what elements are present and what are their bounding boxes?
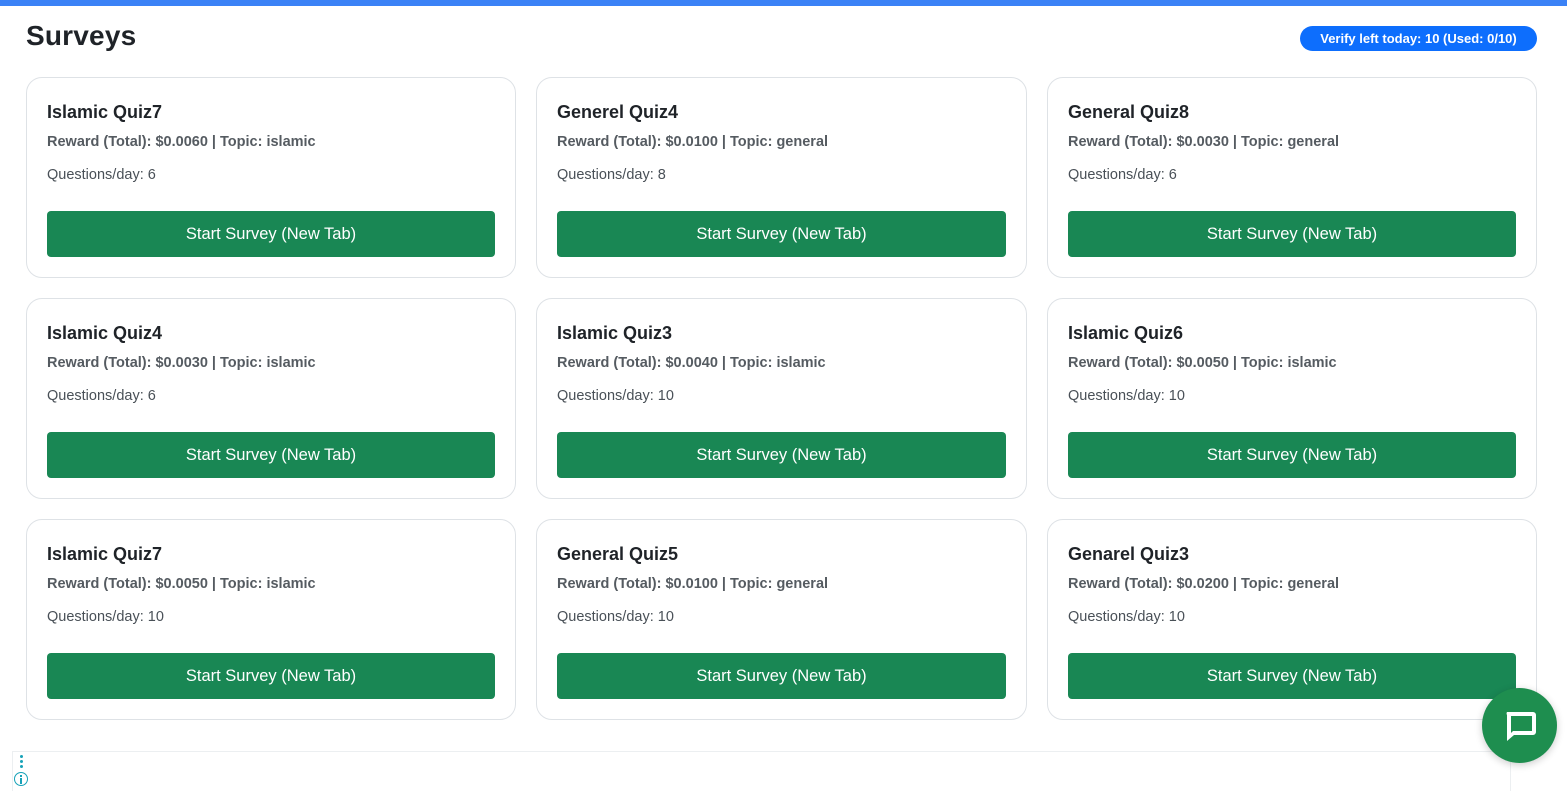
- start-survey-button[interactable]: Start Survey (New Tab): [557, 211, 1006, 257]
- survey-grid: Islamic Quiz7 Reward (Total): $0.0060 | …: [26, 77, 1537, 720]
- survey-card: Islamic Quiz4 Reward (Total): $0.0030 | …: [26, 298, 516, 499]
- kebab-menu-icon[interactable]: [18, 755, 24, 769]
- start-survey-button[interactable]: Start Survey (New Tab): [1068, 653, 1516, 699]
- survey-card: General Quiz8 Reward (Total): $0.0030 | …: [1047, 77, 1537, 278]
- survey-questions-per-day: Questions/day: 10: [47, 609, 164, 625]
- survey-reward-topic: Reward (Total): $0.0060 | Topic: islamic: [47, 134, 316, 150]
- survey-reward-topic: Reward (Total): $0.0050 | Topic: islamic: [47, 576, 316, 592]
- survey-card: Islamic Quiz3 Reward (Total): $0.0040 | …: [536, 298, 1027, 499]
- survey-questions-per-day: Questions/day: 10: [1068, 388, 1185, 404]
- survey-reward-topic: Reward (Total): $0.0040 | Topic: islamic: [557, 355, 826, 371]
- verify-status-badge: Verify left today: 10 (Used: 0/10): [1300, 26, 1537, 51]
- survey-title: Genarel Quiz3: [1068, 544, 1190, 564]
- start-survey-button[interactable]: Start Survey (New Tab): [557, 432, 1006, 478]
- survey-reward-topic: Reward (Total): $0.0050 | Topic: islamic: [1068, 355, 1337, 371]
- survey-title: General Quiz5: [557, 544, 679, 564]
- chat-button[interactable]: [1482, 688, 1557, 763]
- survey-card: Generel Quiz4 Reward (Total): $0.0100 | …: [536, 77, 1027, 278]
- survey-questions-per-day: Questions/day: 6: [1068, 167, 1177, 183]
- survey-title: Islamic Quiz7: [47, 544, 163, 564]
- survey-card: Islamic Quiz7 Reward (Total): $0.0060 | …: [26, 77, 516, 278]
- top-accent-bar: [0, 0, 1567, 6]
- page-title: Surveys: [26, 20, 137, 51]
- survey-card: Islamic Quiz7 Reward (Total): $0.0050 | …: [26, 519, 516, 720]
- survey-card: Genarel Quiz3 Reward (Total): $0.0200 | …: [1047, 519, 1537, 720]
- survey-questions-per-day: Questions/day: 8: [557, 167, 666, 183]
- info-icon[interactable]: [14, 772, 28, 786]
- chat-bubble-icon: [1506, 711, 1536, 741]
- survey-title: Islamic Quiz7: [47, 102, 163, 122]
- survey-reward-topic: Reward (Total): $0.0030 | Topic: islamic: [47, 355, 316, 371]
- survey-title: Islamic Quiz3: [557, 323, 673, 343]
- survey-reward-topic: Reward (Total): $0.0100 | Topic: general: [557, 576, 829, 592]
- start-survey-button[interactable]: Start Survey (New Tab): [47, 211, 495, 257]
- survey-title: Islamic Quiz4: [47, 323, 163, 343]
- survey-title: Islamic Quiz6: [1068, 323, 1184, 343]
- survey-questions-per-day: Questions/day: 10: [557, 609, 674, 625]
- start-survey-button[interactable]: Start Survey (New Tab): [47, 653, 495, 699]
- start-survey-button[interactable]: Start Survey (New Tab): [1068, 211, 1516, 257]
- survey-title: General Quiz8: [1068, 102, 1190, 122]
- start-survey-button[interactable]: Start Survey (New Tab): [1068, 432, 1516, 478]
- survey-reward-topic: Reward (Total): $0.0030 | Topic: general: [1068, 134, 1340, 150]
- survey-card: General Quiz5 Reward (Total): $0.0100 | …: [536, 519, 1027, 720]
- start-survey-button[interactable]: Start Survey (New Tab): [557, 653, 1006, 699]
- survey-questions-per-day: Questions/day: 10: [1068, 609, 1185, 625]
- survey-card: Islamic Quiz6 Reward (Total): $0.0050 | …: [1047, 298, 1537, 499]
- survey-reward-topic: Reward (Total): $0.0200 | Topic: general: [1068, 576, 1340, 592]
- start-survey-button[interactable]: Start Survey (New Tab): [47, 432, 495, 478]
- survey-questions-per-day: Questions/day: 6: [47, 388, 156, 404]
- survey-reward-topic: Reward (Total): $0.0100 | Topic: general: [557, 134, 829, 150]
- survey-title: Generel Quiz4: [557, 102, 679, 122]
- footer-panel: [12, 751, 1511, 791]
- survey-questions-per-day: Questions/day: 10: [557, 388, 674, 404]
- survey-questions-per-day: Questions/day: 6: [47, 167, 156, 183]
